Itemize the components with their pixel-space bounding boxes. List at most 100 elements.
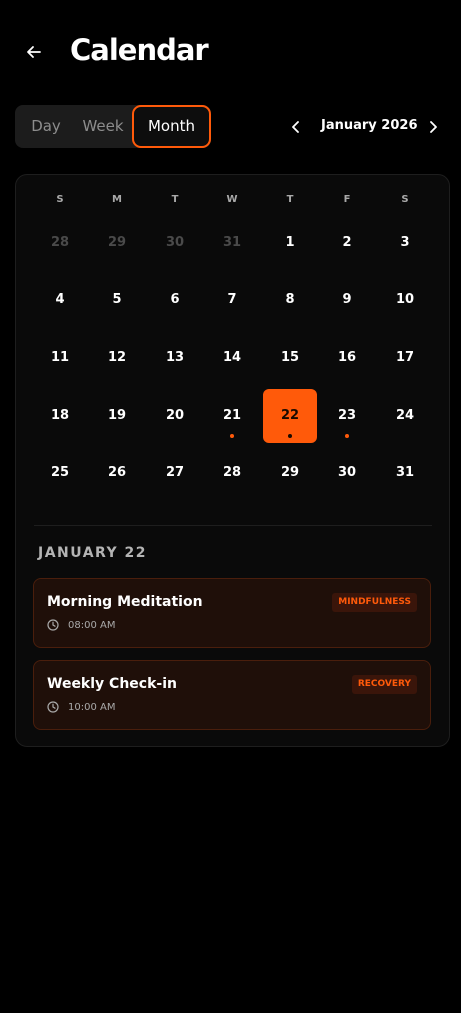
tab-week[interactable]: Week — [81, 105, 125, 148]
event-title: Weekly Check-in — [47, 676, 177, 692]
calendar-day[interactable]: 2 — [320, 216, 374, 270]
event-indicator-dot — [345, 434, 349, 438]
event-tag: MINDFULNESS — [332, 593, 417, 612]
month-label: January 2026 — [321, 118, 418, 133]
calendar-day[interactable]: 29 — [90, 216, 144, 270]
calendar-day[interactable]: 21 — [205, 389, 259, 443]
day-number: 17 — [395, 350, 415, 365]
day-number: 23 — [337, 408, 357, 423]
clock-icon — [47, 701, 59, 713]
calendar-day[interactable]: 17 — [378, 331, 432, 385]
day-number: 29 — [280, 465, 300, 480]
day-number: 12 — [107, 350, 127, 365]
agenda-date-heading: JANUARY 22 — [38, 545, 148, 561]
weekday-label: S — [401, 194, 409, 205]
calendar-day[interactable]: 19 — [90, 389, 144, 443]
calendar-day[interactable]: 29 — [263, 446, 317, 500]
day-number: 10 — [395, 292, 415, 307]
weekday-label: M — [112, 194, 122, 205]
day-number: 18 — [50, 408, 70, 423]
calendar-day[interactable]: 16 — [320, 331, 374, 385]
calendar-day[interactable]: 26 — [90, 446, 144, 500]
event-card[interactable]: Morning Meditation MINDFULNESS 08:00 AM — [33, 578, 431, 648]
day-number: 20 — [165, 408, 185, 423]
day-number: 31 — [395, 465, 415, 480]
view-switcher: Day Week Month — [15, 105, 211, 148]
calendar-day[interactable]: 30 — [320, 446, 374, 500]
day-number: 4 — [55, 292, 65, 307]
day-number: 26 — [107, 465, 127, 480]
calendar-day[interactable]: 10 — [378, 273, 432, 327]
calendar-day[interactable]: 4 — [33, 273, 87, 327]
calendar-day[interactable]: 25 — [33, 446, 87, 500]
chevron-left-icon — [292, 121, 299, 133]
calendar-day[interactable]: 31 — [378, 446, 432, 500]
day-number: 8 — [285, 292, 295, 307]
tab-month[interactable]: Month — [132, 105, 211, 148]
divider — [34, 525, 432, 526]
calendar-day[interactable]: 28 — [33, 216, 87, 270]
day-number: 1 — [285, 235, 295, 250]
event-title: Morning Meditation — [47, 594, 203, 610]
day-number: 21 — [222, 408, 242, 423]
event-time: 10:00 AM — [68, 702, 116, 713]
weekday-label: S — [56, 194, 64, 205]
calendar-day[interactable]: 28 — [205, 446, 259, 500]
day-number: 19 — [107, 408, 127, 423]
day-number: 29 — [107, 235, 127, 250]
event-tag: RECOVERY — [351, 675, 417, 694]
weekday-label: W — [226, 194, 238, 205]
day-number: 22 — [280, 408, 300, 423]
day-number: 14 — [222, 350, 242, 365]
calendar-day-selected[interactable]: 22 — [263, 389, 317, 443]
calendar-day[interactable]: 5 — [90, 273, 144, 327]
weekday-label: F — [343, 194, 351, 205]
page-title: Calendar — [70, 33, 209, 67]
tab-day[interactable]: Day — [29, 105, 63, 148]
calendar-day[interactable]: 31 — [205, 216, 259, 270]
event-time: 08:00 AM — [68, 620, 116, 631]
day-number: 3 — [400, 235, 410, 250]
day-number: 16 — [337, 350, 357, 365]
day-number: 31 — [222, 235, 242, 250]
calendar-day[interactable]: 27 — [148, 446, 202, 500]
day-number: 6 — [170, 292, 180, 307]
prev-month-button[interactable] — [284, 115, 308, 139]
calendar-day[interactable]: 7 — [205, 273, 259, 327]
calendar-day[interactable]: 30 — [148, 216, 202, 270]
calendar-day[interactable]: 20 — [148, 389, 202, 443]
day-number: 7 — [227, 292, 237, 307]
day-number: 2 — [342, 235, 352, 250]
back-button[interactable] — [22, 40, 46, 64]
calendar-day[interactable]: 1 — [263, 216, 317, 270]
day-number: 25 — [50, 465, 70, 480]
day-number: 30 — [337, 465, 357, 480]
calendar-day[interactable]: 12 — [90, 331, 144, 385]
day-number: 13 — [165, 350, 185, 365]
calendar-day[interactable]: 18 — [33, 389, 87, 443]
calendar-day[interactable]: 11 — [33, 331, 87, 385]
event-card[interactable]: Weekly Check-in RECOVERY 10:00 AM — [33, 660, 431, 730]
day-number: 28 — [222, 465, 242, 480]
next-month-button[interactable] — [421, 115, 445, 139]
calendar-day[interactable]: 15 — [263, 331, 317, 385]
day-number: 24 — [395, 408, 415, 423]
calendar-day[interactable]: 13 — [148, 331, 202, 385]
calendar-day[interactable]: 8 — [263, 273, 317, 327]
app-header: Calendar — [0, 0, 461, 104]
day-number: 15 — [280, 350, 300, 365]
chevron-right-icon — [430, 121, 437, 133]
clock-icon — [47, 619, 59, 631]
calendar-day[interactable]: 3 — [378, 216, 432, 270]
calendar-day[interactable]: 23 — [320, 389, 374, 443]
day-number: 27 — [165, 465, 185, 480]
calendar-day[interactable]: 14 — [205, 331, 259, 385]
day-number: 11 — [50, 350, 70, 365]
calendar-day[interactable]: 9 — [320, 273, 374, 327]
arrow-left-icon — [27, 46, 41, 58]
calendar-day[interactable]: 6 — [148, 273, 202, 327]
weekday-label: T — [286, 194, 294, 205]
event-indicator-dot — [230, 434, 234, 438]
calendar-day[interactable]: 24 — [378, 389, 432, 443]
day-number: 30 — [165, 235, 185, 250]
